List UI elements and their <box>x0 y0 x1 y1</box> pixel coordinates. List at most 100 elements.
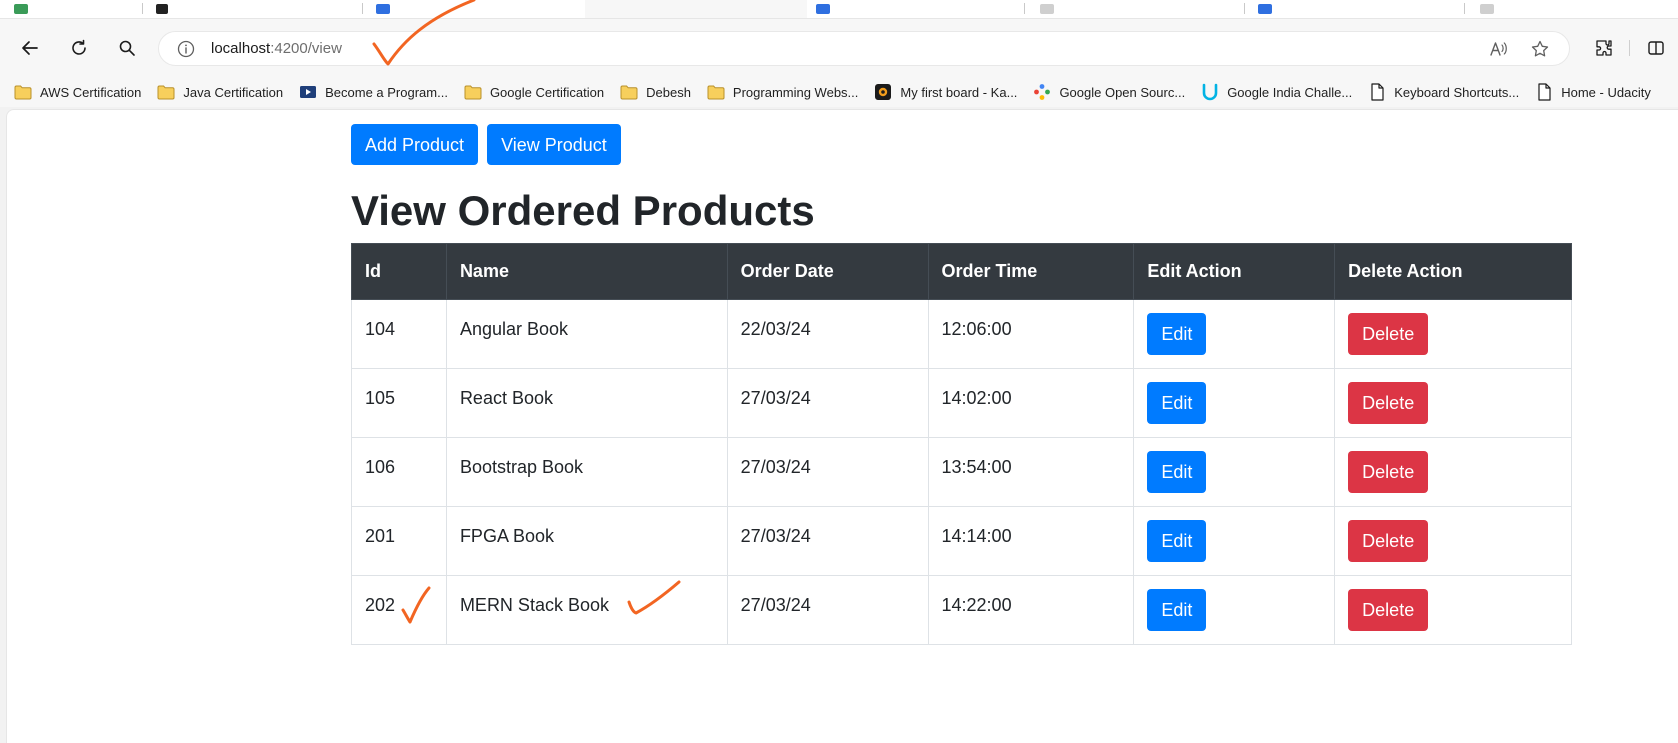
edit-button[interactable]: Edit <box>1147 589 1207 631</box>
bookmark-label: Become a Program... <box>325 84 448 100</box>
browser-toolbar: localhost:4200/view <box>0 19 1678 77</box>
delete-button[interactable]: Delete <box>1348 451 1429 493</box>
cell-edit-action: Edit <box>1133 299 1336 369</box>
bookmark-item[interactable]: Google Certification <box>463 83 604 101</box>
edit-button[interactable]: Edit <box>1147 313 1207 355</box>
cell-order-time-text: 13:54:00 <box>941 457 1012 477</box>
table-row: 104 Angular Book 22/03/24 12:06:00 Edit Delet… <box>351 299 1572 369</box>
tab-favicon <box>376 4 390 14</box>
video-icon <box>298 83 318 101</box>
bookmark-item[interactable]: Keyboard Shortcuts... <box>1367 83 1519 101</box>
cell-order-time-text: 12:06:00 <box>941 319 1012 339</box>
edit-button[interactable]: Edit <box>1147 451 1207 493</box>
cell-delete-action: Delete <box>1334 575 1572 645</box>
bookmark-item[interactable]: Become a Program... <box>298 83 448 101</box>
cell-order-date: 27/03/24 <box>726 575 929 645</box>
cell-order-date: 27/03/24 <box>726 437 929 507</box>
bookmark-item[interactable]: AWS Certification <box>13 83 141 101</box>
app-icon <box>873 83 893 101</box>
read-aloud-icon[interactable] <box>1487 38 1509 60</box>
add-product-button[interactable]: Add Product <box>351 124 479 165</box>
cell-order-time: 14:22:00 <box>927 575 1135 645</box>
address-bar[interactable]: localhost:4200/view <box>158 31 1570 66</box>
cell-name-text: Bootstrap Book <box>459 457 584 477</box>
folder-icon <box>463 83 483 101</box>
bookmark-label: Home - Udacity <box>1561 84 1651 100</box>
toolbar-divider <box>1629 40 1630 56</box>
delete-button[interactable]: Delete <box>1348 589 1429 631</box>
cell-delete-action: Delete <box>1334 437 1572 507</box>
bookmark-item[interactable]: Home - Udacity <box>1534 83 1651 101</box>
table-row: 202 MERN Stack Book 27/03/24 14:22:00 Edit De… <box>351 575 1572 645</box>
cell-name: Bootstrap Book <box>445 437 728 507</box>
table-row: 105 React Book 27/03/24 14:02:00 Edit Delete <box>351 368 1572 438</box>
bookmark-label: AWS Certification <box>40 84 142 100</box>
column-header-delete-action: Delete Action <box>1334 243 1572 300</box>
folder-icon <box>156 83 176 101</box>
cell-order-date-text: 27/03/24 <box>740 595 811 615</box>
tab-separator <box>1024 3 1025 14</box>
site-info-icon[interactable] <box>177 40 195 58</box>
column-header-edit-action: Edit Action <box>1133 243 1336 300</box>
cell-name: React Book <box>445 368 728 438</box>
cell-order-date: 22/03/24 <box>726 299 929 369</box>
delete-button[interactable]: Delete <box>1348 313 1429 355</box>
cell-edit-action-wrapper: Edit <box>1147 576 1321 631</box>
bookmark-label: My first board - Ka... <box>900 84 1018 100</box>
folder-icon <box>706 83 726 101</box>
favorite-star-icon[interactable] <box>1529 38 1551 60</box>
delete-button[interactable]: Delete <box>1348 520 1429 562</box>
split-screen-icon[interactable] <box>1640 32 1672 64</box>
bookmark-item[interactable]: Debesh <box>619 83 691 101</box>
cell-order-date-text: 22/03/24 <box>740 319 811 339</box>
bookmark-label: Programming Webs... <box>732 84 859 100</box>
cell-edit-action: Edit <box>1133 506 1336 576</box>
delete-button[interactable]: Delete <box>1348 382 1429 424</box>
tab-separator <box>1244 3 1245 14</box>
tab-separator <box>142 3 143 14</box>
cell-id: 106 <box>351 437 447 507</box>
page-title: View Ordered Products <box>351 187 815 234</box>
tab-favicon <box>156 4 168 14</box>
gem-icon <box>1032 83 1052 101</box>
bookmarks-bar: AWS Certification Java Certification Becom… <box>0 77 1678 107</box>
cell-delete-action-wrapper: Delete <box>1348 300 1558 355</box>
bookmark-item[interactable]: Programming Webs... <box>706 83 858 101</box>
page-content: Add Product View Product View Ordered Pr… <box>351 124 1581 645</box>
bookmark-item[interactable]: My first board - Ka... <box>873 83 1017 101</box>
bookmark-item[interactable]: Google Open Sourc... <box>1032 83 1185 101</box>
column-header-id: Id <box>351 243 447 300</box>
cell-order-time-text: 14:14:00 <box>941 526 1012 546</box>
cell-id-text: 104 <box>365 319 396 339</box>
tab-separator <box>1464 3 1465 14</box>
cell-id: 104 <box>351 299 447 369</box>
udacity-icon <box>1200 83 1220 101</box>
back-arrow-icon[interactable] <box>14 32 46 64</box>
search-icon[interactable] <box>111 32 143 64</box>
cell-edit-action: Edit <box>1133 575 1336 645</box>
cell-delete-action: Delete <box>1334 506 1572 576</box>
bookmark-label: Debesh <box>646 84 691 100</box>
edit-button[interactable]: Edit <box>1147 382 1207 424</box>
table-row: 106 Bootstrap Book 27/03/24 13:54:00 Edit Del… <box>351 437 1572 507</box>
folder-icon <box>619 83 639 101</box>
cell-edit-action-wrapper: Edit <box>1147 369 1321 424</box>
active-tab[interactable] <box>585 0 807 19</box>
table-header-row: Id Name Order Date Order Time Edit Actio… <box>351 243 1572 300</box>
extensions-icon[interactable] <box>1588 32 1620 64</box>
bookmark-item[interactable]: Google India Challe... <box>1200 83 1352 101</box>
refresh-icon[interactable] <box>63 32 95 64</box>
view-product-button[interactable]: View Product <box>487 124 621 165</box>
cell-order-time-text: 14:02:00 <box>941 388 1012 408</box>
url-text[interactable]: localhost:4200/view <box>211 40 342 57</box>
cell-id-text: 106 <box>365 457 396 477</box>
cell-edit-action: Edit <box>1133 437 1336 507</box>
folder-icon <box>13 83 33 101</box>
column-header-name: Name <box>445 243 728 300</box>
bookmark-label: Google Certification <box>489 84 605 100</box>
cell-id-text: 202 <box>365 595 396 615</box>
cell-id-text: 201 <box>365 526 396 546</box>
bookmark-label: Google India Challe... <box>1227 84 1353 100</box>
edit-button[interactable]: Edit <box>1147 520 1207 562</box>
bookmark-item[interactable]: Java Certification <box>156 83 283 101</box>
